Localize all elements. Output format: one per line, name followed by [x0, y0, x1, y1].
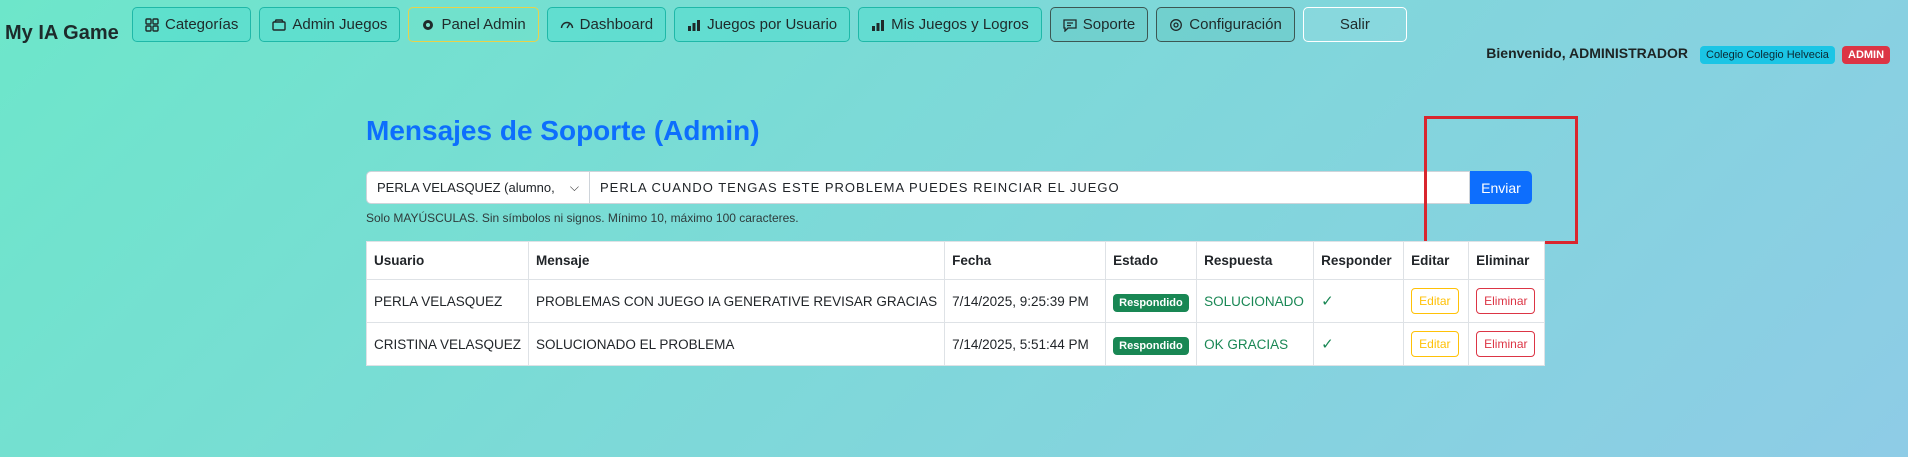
check-icon[interactable]: ✓ [1321, 336, 1334, 353]
gear-icon [1169, 18, 1183, 32]
welcome-text: Bienvenido, ADMINISTRADOR [1486, 45, 1688, 61]
nav-panel-admin[interactable]: Panel Admin [408, 7, 539, 42]
nav-label: Configuración [1189, 16, 1282, 33]
main-nav: Categorías Admin Juegos Panel Admin Dash… [132, 7, 1407, 42]
nav-label: Panel Admin [441, 16, 526, 33]
cell-estado: Respondido [1105, 322, 1198, 366]
cell-eliminar: Eliminar [1468, 322, 1546, 366]
nav-admin-juegos[interactable]: Admin Juegos [259, 7, 401, 42]
reply-form: PERLA VELASQUEZ (alumno, ⌵ Enviar [366, 171, 1532, 204]
header-respuesta: Respuesta [1196, 241, 1315, 280]
cell-editar: Editar [1403, 279, 1470, 323]
nav-label: Mis Juegos y Logros [891, 16, 1029, 33]
table-header-row: Usuario Mensaje Fecha Estado Respuesta R… [365, 241, 1546, 280]
user-select[interactable]: PERLA VELASQUEZ (alumno, ⌵ [366, 171, 590, 204]
box-icon [272, 18, 287, 32]
nav-dashboard[interactable]: Dashboard [546, 7, 667, 42]
delete-button[interactable]: Eliminar [1476, 288, 1536, 314]
nav-label: Dashboard [579, 16, 654, 33]
bar-chart-icon [687, 18, 701, 32]
table-row: PERLA VELASQUEZ PROBLEMAS CON JUEGO IA G… [365, 279, 1546, 323]
header-mensaje: Mensaje [528, 241, 946, 280]
cell-fecha: 7/14/2025, 5:51:44 PM [944, 322, 1107, 366]
highlight-box [1424, 116, 1578, 244]
cell-mensaje: SOLUCIONADO EL PROBLEMA [528, 322, 946, 366]
helper-text: Solo MAYÚSCULAS. Sin símbolos ni signos.… [366, 211, 799, 225]
speedometer-icon [560, 18, 574, 32]
table-row: CRISTINA VELASQUEZ SOLUCIONADO EL PROBLE… [365, 322, 1546, 366]
edit-button[interactable]: Editar [1411, 331, 1459, 357]
bar-chart-icon [871, 18, 885, 32]
chat-icon [1063, 18, 1077, 32]
nav-label: Admin Juegos [292, 16, 388, 33]
status-badge: Respondido [1113, 293, 1189, 312]
edit-button[interactable]: Editar [1411, 288, 1459, 314]
nav-label: Categorías [165, 16, 239, 33]
cell-respuesta: OK GRACIAS [1196, 322, 1315, 366]
header-eliminar: Eliminar [1468, 241, 1546, 280]
nav-configuracion[interactable]: Configuración [1156, 7, 1295, 42]
role-badge: ADMIN [1842, 46, 1891, 64]
grid-icon [145, 17, 159, 32]
delete-button[interactable]: Eliminar [1476, 331, 1536, 357]
status-badge: Respondido [1113, 336, 1189, 355]
school-badge: Colegio Colegio Helvecia [1700, 46, 1835, 64]
header-responder: Responder [1313, 241, 1405, 280]
cell-estado: Respondido [1105, 279, 1198, 323]
messages-table: Usuario Mensaje Fecha Estado Respuesta R… [365, 241, 1546, 366]
nav-label: Soporte [1082, 16, 1136, 33]
page-title: Mensajes de Soporte (Admin) [366, 115, 760, 146]
cell-eliminar: Eliminar [1468, 279, 1546, 323]
app-brand[interactable]: My IA Game [5, 22, 119, 45]
nav-mis-juegos-logros[interactable]: Mis Juegos y Logros [858, 7, 1042, 42]
cell-usuario: CRISTINA VELASQUEZ [365, 322, 530, 366]
message-input[interactable] [590, 171, 1470, 204]
logout-button[interactable]: Salir [1302, 7, 1407, 42]
user-select-value: PERLA VELASQUEZ (alumno, [377, 180, 555, 195]
cell-usuario: PERLA VELASQUEZ [365, 279, 530, 323]
gear-icon [421, 18, 435, 32]
nav-juegos-por-usuario[interactable]: Juegos por Usuario [674, 7, 851, 42]
header-fecha: Fecha [944, 241, 1107, 280]
header-editar: Editar [1403, 241, 1470, 280]
nav-label: Salir [1339, 16, 1370, 33]
chevron-down-icon: ⌵ [569, 180, 579, 194]
cell-mensaje: PROBLEMAS CON JUEGO IA GENERATIVE REVISA… [528, 279, 946, 323]
nav-soporte[interactable]: Soporte [1049, 7, 1149, 42]
header-estado: Estado [1105, 241, 1198, 280]
header-usuario: Usuario [365, 241, 530, 280]
cell-editar: Editar [1403, 322, 1470, 366]
nav-label: Juegos por Usuario [707, 16, 838, 33]
cell-fecha: 7/14/2025, 9:25:39 PM [944, 279, 1107, 323]
check-icon[interactable]: ✓ [1321, 293, 1334, 310]
nav-categorias[interactable]: Categorías [132, 7, 252, 42]
cell-responder: ✓ [1313, 279, 1405, 323]
cell-respuesta: SOLUCIONADO [1196, 279, 1315, 323]
cell-responder: ✓ [1313, 322, 1405, 366]
